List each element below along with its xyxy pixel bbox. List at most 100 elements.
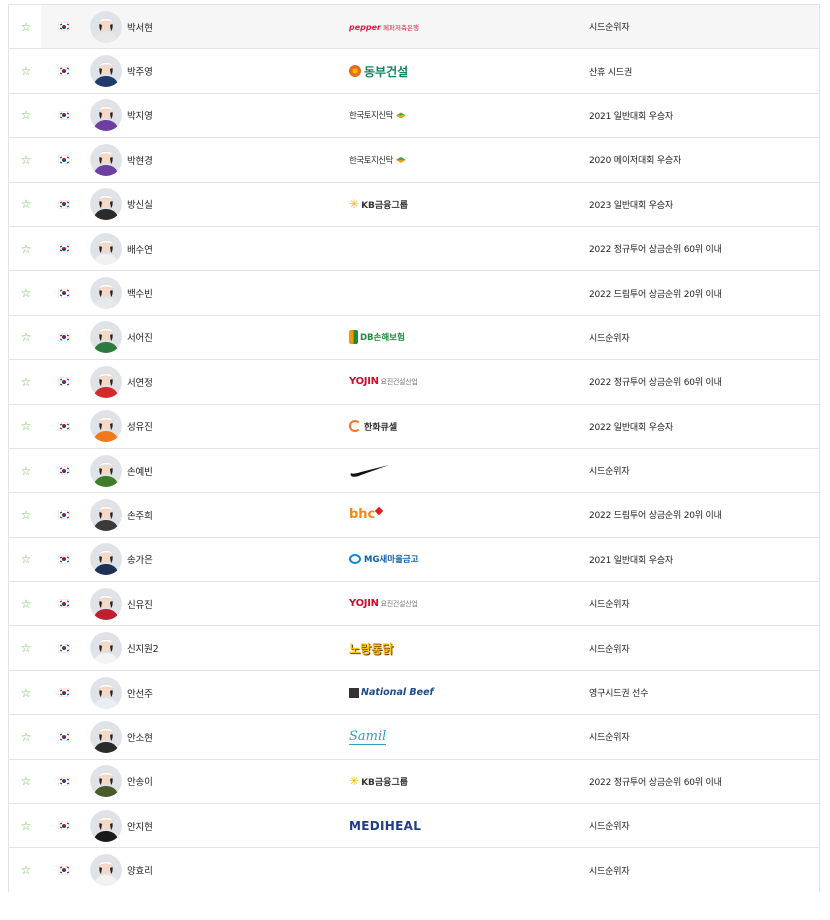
player-name[interactable]: 박지영 [127,111,153,122]
korea-flag-icon [59,733,69,741]
player-name[interactable]: 박현경 [127,156,153,167]
qualification-cell: 시드순위자 [589,20,819,33]
sponsor-logo: MG새마을금고 [349,553,419,565]
player-name[interactable]: 신유진 [127,600,153,611]
player-avatar[interactable] [90,321,122,354]
avatar-cell [85,632,127,665]
player-avatar[interactable] [90,410,122,443]
player-avatar[interactable] [90,99,122,132]
player-name[interactable]: 신지원2 [127,644,159,655]
player-name[interactable]: 손예빈 [127,467,153,478]
star-outline-icon[interactable]: ☆ [21,109,32,121]
player-name[interactable]: 안송이 [127,777,153,788]
player-name[interactable]: 안지현 [127,822,153,833]
player-name-cell: 손주희 [127,508,347,522]
player-name[interactable]: 안소현 [127,733,153,744]
star-outline-icon[interactable]: ☆ [21,864,32,876]
star-outline-icon[interactable]: ☆ [21,687,32,699]
qualification-text: 시드순위자 [589,467,630,478]
player-name[interactable]: 박서현 [127,23,153,34]
qualification-cell: 2022 정규투어 상금순위 60위 이내 [589,775,819,788]
player-avatar[interactable] [90,587,122,620]
player-avatar[interactable] [90,676,122,709]
sponsor-cell: YOJIN 요진건설산업 [347,376,589,387]
player-name[interactable]: 안선주 [127,689,153,700]
player-avatar[interactable] [90,188,122,221]
qualification-cell: 2022 일반대회 우승자 [589,420,819,433]
sponsor-logo: 동부건설 [349,63,408,80]
sponsor-logo: 노랑통닭 [349,641,394,656]
favorite-cell: ☆ [9,820,43,832]
player-avatar[interactable] [90,854,122,887]
country-cell [43,866,85,874]
qualification-text: 2022 드림투어 상금순위 20위 이내 [589,289,722,300]
korea-flag-icon [59,200,69,208]
player-avatar[interactable] [90,55,122,88]
player-name[interactable]: 서연정 [127,378,153,389]
qualification-cell: 2021 일반대회 우승자 [589,553,819,566]
player-avatar[interactable] [90,365,122,398]
player-avatar[interactable] [90,543,122,576]
player-name-cell: 배수연 [127,242,347,256]
star-outline-icon[interactable]: ☆ [21,331,32,343]
player-row: ☆ 안선주 National Beef 영구시드권 선수 [9,669,819,714]
player-row: ☆ 손예빈 Nike 시드순위자 [9,447,819,492]
star-outline-icon[interactable]: ☆ [21,376,32,388]
avatar-cell [85,99,127,132]
player-row: ☆ 배수연 2022 정규투어 상금순위 60위 이내 [9,225,819,270]
player-avatar[interactable] [90,10,122,43]
player-row: ☆ 박현경 한국토지신탁 2020 메이저대회 우승자 [9,137,819,181]
player-row: ☆ 박지영 한국토지신탁 2021 일반대회 우승자 [9,92,819,137]
player-avatar[interactable] [90,143,122,176]
player-name[interactable]: 방신실 [127,200,153,211]
korea-flag-icon [59,422,69,430]
star-outline-icon[interactable]: ☆ [21,198,32,210]
star-outline-icon[interactable]: ☆ [21,509,32,521]
player-avatar[interactable] [90,765,122,798]
korea-flag-icon [59,689,69,697]
player-name[interactable]: 송가은 [127,555,153,566]
star-outline-icon[interactable]: ☆ [21,820,32,832]
star-outline-icon[interactable]: ☆ [21,553,32,565]
player-row: ☆ 성유진 한화큐셀 2022 일반대회 우승자 [9,403,819,448]
player-name[interactable]: 서어진 [127,333,153,344]
favorite-cell: ☆ [9,731,43,743]
star-outline-icon[interactable]: ☆ [21,287,32,299]
player-name[interactable]: 손주희 [127,511,153,522]
player-name[interactable]: 배수연 [127,245,153,256]
star-outline-icon[interactable]: ☆ [21,154,32,166]
star-outline-icon[interactable]: ☆ [21,420,32,432]
country-cell [43,511,85,519]
favorite-cell: ☆ [9,198,43,210]
star-outline-icon[interactable]: ☆ [21,598,32,610]
star-outline-icon[interactable]: ☆ [21,465,32,477]
star-outline-icon[interactable]: ☆ [21,642,32,654]
player-avatar[interactable] [90,720,122,753]
favorite-cell: ☆ [9,243,43,255]
avatar-cell [85,277,127,310]
country-cell [43,23,85,31]
country-cell [43,200,85,208]
player-avatar[interactable] [90,232,122,265]
qualification-text: 산휴 시드권 [589,67,633,78]
qualification-text: 2022 정규투어 상금순위 60위 이내 [589,378,722,389]
star-outline-icon[interactable]: ☆ [21,65,32,77]
player-avatar[interactable] [90,809,122,842]
player-avatar[interactable] [90,277,122,310]
player-avatar[interactable] [90,632,122,665]
star-outline-icon[interactable]: ☆ [21,775,32,787]
qualification-text: 2022 드림투어 상금순위 20위 이내 [589,511,722,522]
star-outline-icon[interactable]: ☆ [21,21,32,33]
player-name[interactable]: 양효리 [127,866,153,877]
player-row: ☆ 서연정 YOJIN 요진건설산업 2022 정규투어 상금순위 60위 이내 [9,359,819,403]
player-name-cell: 안지현 [127,819,347,833]
player-avatar[interactable] [90,454,122,487]
player-name[interactable]: 성유진 [127,422,153,433]
player-avatar[interactable] [90,498,122,531]
star-outline-icon[interactable]: ☆ [21,243,32,255]
favorite-cell: ☆ [9,376,43,388]
player-name[interactable]: 박주영 [127,67,153,78]
favorite-cell: ☆ [9,65,43,77]
star-outline-icon[interactable]: ☆ [21,731,32,743]
player-name[interactable]: 백수빈 [127,289,153,300]
